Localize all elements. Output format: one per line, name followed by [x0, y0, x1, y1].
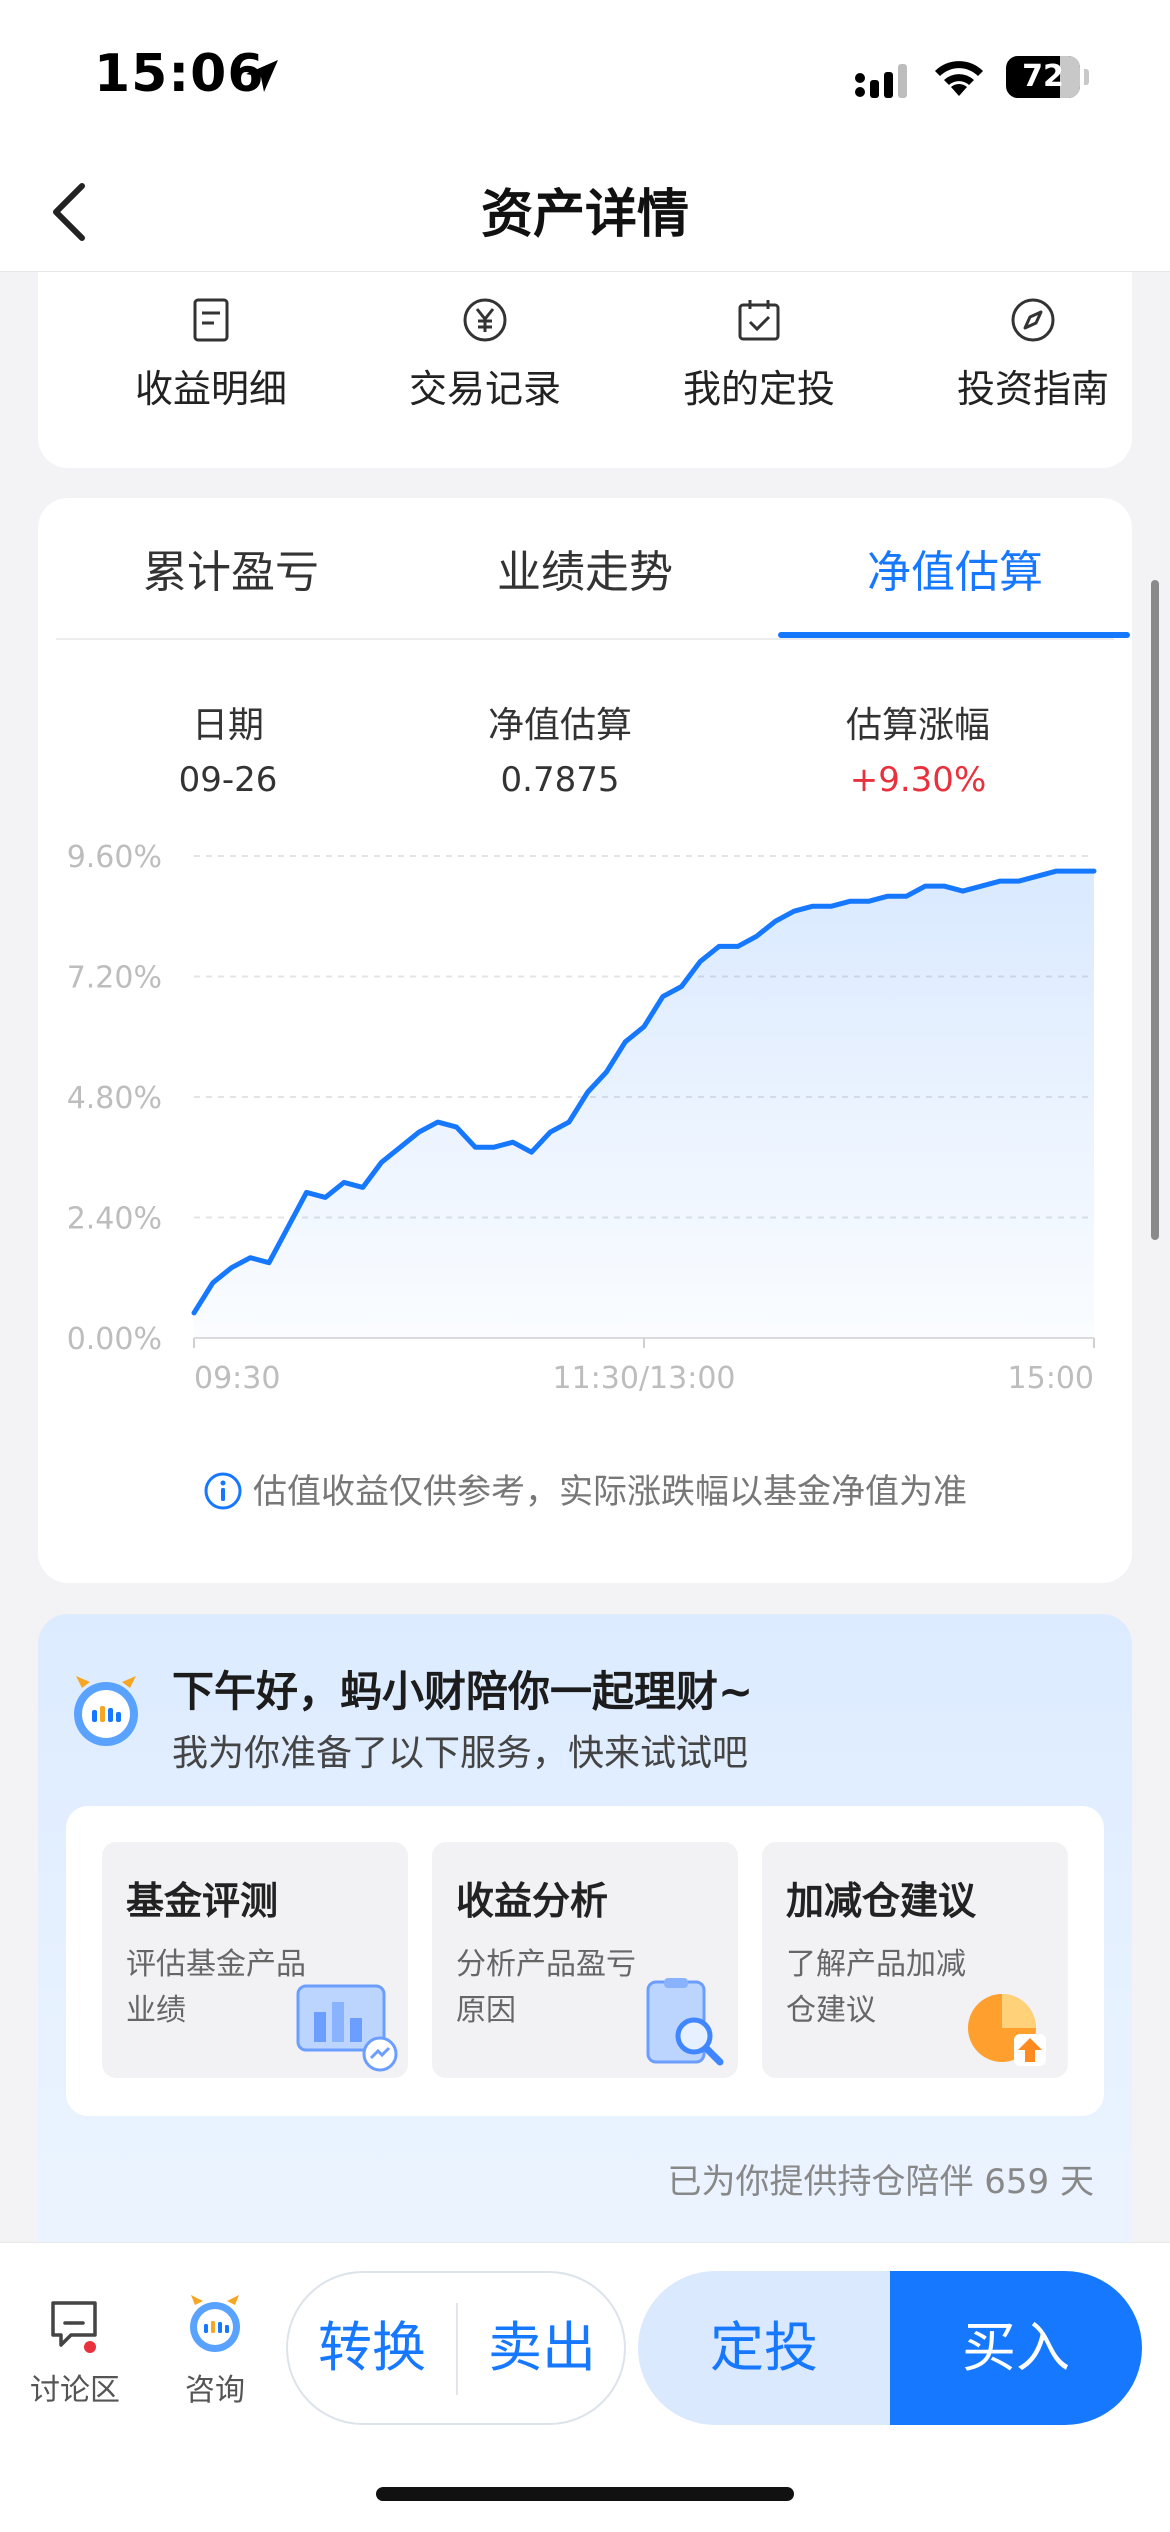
- x-tick-label: 09:30: [194, 1361, 280, 1396]
- stat-change-label: 估算涨幅: [845, 705, 990, 746]
- status-time: 15:06: [94, 44, 265, 104]
- page-title: 资产详情: [480, 185, 689, 245]
- y-tick-label: 4.80%: [67, 1081, 162, 1116]
- tab-performance-trend[interactable]: 业绩走势: [410, 536, 760, 600]
- service-title: 基金评测: [126, 1879, 279, 1923]
- assistant-greeting: 下午好，蚂小财陪你一起理财~: [172, 1667, 754, 1716]
- quick-link-trade-records[interactable]: 交易记录: [360, 296, 610, 413]
- mascot-avatar-icon: [74, 1676, 138, 1746]
- consult-button[interactable]: 咨询: [160, 2291, 270, 2409]
- service-title: 收益分析: [456, 1879, 609, 1923]
- service-position-advice[interactable]: 加减仓建议 了解产品加减仓建议: [762, 1842, 1068, 2078]
- quick-link-income-detail[interactable]: 收益明细: [86, 296, 336, 413]
- buy-button[interactable]: 买入: [890, 2271, 1142, 2425]
- service-fund-evaluation[interactable]: 基金评测 评估基金产品业绩: [102, 1842, 408, 2078]
- quick-link-label: 我的定投: [682, 367, 835, 411]
- location-arrow-icon: [246, 60, 278, 92]
- services-panel: 基金评测 评估基金产品业绩 收益分析 分析产品盈亏原因 加减仓建议 了解产品加减…: [66, 1806, 1104, 2116]
- stat-nav-value: 0.7875: [500, 760, 620, 800]
- cellular-signal-icon: [855, 64, 907, 98]
- nav-bar: 资产详情: [0, 150, 1170, 272]
- y-tick-label: 7.20%: [67, 961, 162, 996]
- chart-tabs: 累计盈亏 业绩走势 净值估算: [56, 498, 1130, 640]
- quick-link-label: 交易记录: [408, 367, 561, 411]
- stat-nav-label: 净值估算: [487, 705, 632, 746]
- convert-button[interactable]: 转换: [288, 2273, 456, 2423]
- chart-area-fill: [194, 871, 1094, 1338]
- y-tick-label: 0.00%: [67, 1322, 162, 1357]
- calendar-check-icon: [738, 300, 780, 341]
- pie-arrow-up-icon: [968, 1994, 1046, 2066]
- tab-nav-estimate[interactable]: 净值估算: [780, 536, 1130, 600]
- y-tick-label: 2.40%: [67, 1202, 162, 1237]
- estimate-disclaimer: 估值收益仅供参考，实际涨跌幅以基金净值为准: [38, 1464, 1132, 1513]
- mascot-consult-icon: [190, 2295, 240, 2352]
- battery-level: 72: [1022, 59, 1064, 94]
- quick-link-label: 投资指南: [956, 367, 1109, 411]
- stat-change-value: +9.30%: [849, 760, 987, 800]
- discuss-button[interactable]: 讨论区: [20, 2291, 130, 2409]
- service-income-analysis[interactable]: 收益分析 分析产品盈亏原因: [432, 1842, 738, 2078]
- sip-button[interactable]: 定投: [638, 2271, 890, 2425]
- y-tick-label: 9.60%: [67, 840, 162, 875]
- document-icon: [193, 298, 229, 342]
- tab-cumulative-pnl[interactable]: 累计盈亏: [56, 536, 406, 600]
- discuss-label: 讨论区: [30, 2373, 120, 2408]
- info-icon: [204, 1472, 242, 1509]
- stat-change: 估算涨幅 +9.30%: [768, 696, 1068, 800]
- disclaimer-text: 估值收益仅供参考，实际涨跌幅以基金净值为准: [253, 1472, 967, 1512]
- status-bar: 15:06 72: [0, 0, 1170, 150]
- wifi-icon: [935, 61, 983, 96]
- stat-date: 日期 09-26: [78, 696, 378, 800]
- active-tab-indicator: [778, 632, 1130, 638]
- service-title: 加减仓建议: [786, 1879, 977, 1923]
- assistant-subtitle: 我为你准备了以下服务，快来试试吧: [172, 1733, 749, 1774]
- stat-nav: 净值估算 0.7875: [410, 696, 710, 800]
- quick-link-label: 收益明细: [134, 367, 287, 411]
- nav-estimate-chart: 9.60% 7.20% 4.80% 2.40% 0.00% 09:30 11:30/13:…: [67, 840, 1097, 1396]
- convert-sell-group: 转换 卖出: [286, 2271, 626, 2425]
- consult-label: 咨询: [185, 2373, 245, 2408]
- quick-link-my-sip[interactable]: 我的定投: [634, 296, 884, 413]
- x-tick-label: 15:00: [1008, 1361, 1094, 1396]
- yen-circle-icon: [463, 298, 507, 342]
- clipboard-magnifier-icon: [646, 1978, 724, 2066]
- bottom-action-bar: 讨论区 咨询 转换 卖出 定投 买入: [0, 2242, 1170, 2532]
- quick-link-invest-guide[interactable]: 投资指南: [908, 296, 1158, 413]
- nav-estimate-card: 累计盈亏 业绩走势 净值估算 日期 09-26 净值估算 0.7875 估算涨幅…: [38, 498, 1132, 1583]
- bar-chart-monitor-icon: [296, 1984, 398, 2072]
- home-indicator: [376, 2487, 794, 2501]
- sip-buy-group: 定投 买入: [638, 2271, 1142, 2425]
- quick-links-card: 收益明细 交易记录 我的定投 投资指南: [38, 272, 1132, 468]
- compass-icon: [1011, 298, 1055, 342]
- battery-indicator: 72: [1006, 56, 1089, 98]
- stat-date-value: 09-26: [178, 760, 278, 800]
- companion-days: 已为你提供持仓陪伴 659 天: [667, 2162, 1094, 2202]
- x-tick-label: 11:30/13:00: [552, 1361, 735, 1396]
- notification-dot: [82, 2339, 98, 2355]
- sell-button[interactable]: 卖出: [458, 2273, 626, 2423]
- scrollbar[interactable]: [1151, 580, 1159, 1240]
- stat-date-label: 日期: [191, 705, 264, 746]
